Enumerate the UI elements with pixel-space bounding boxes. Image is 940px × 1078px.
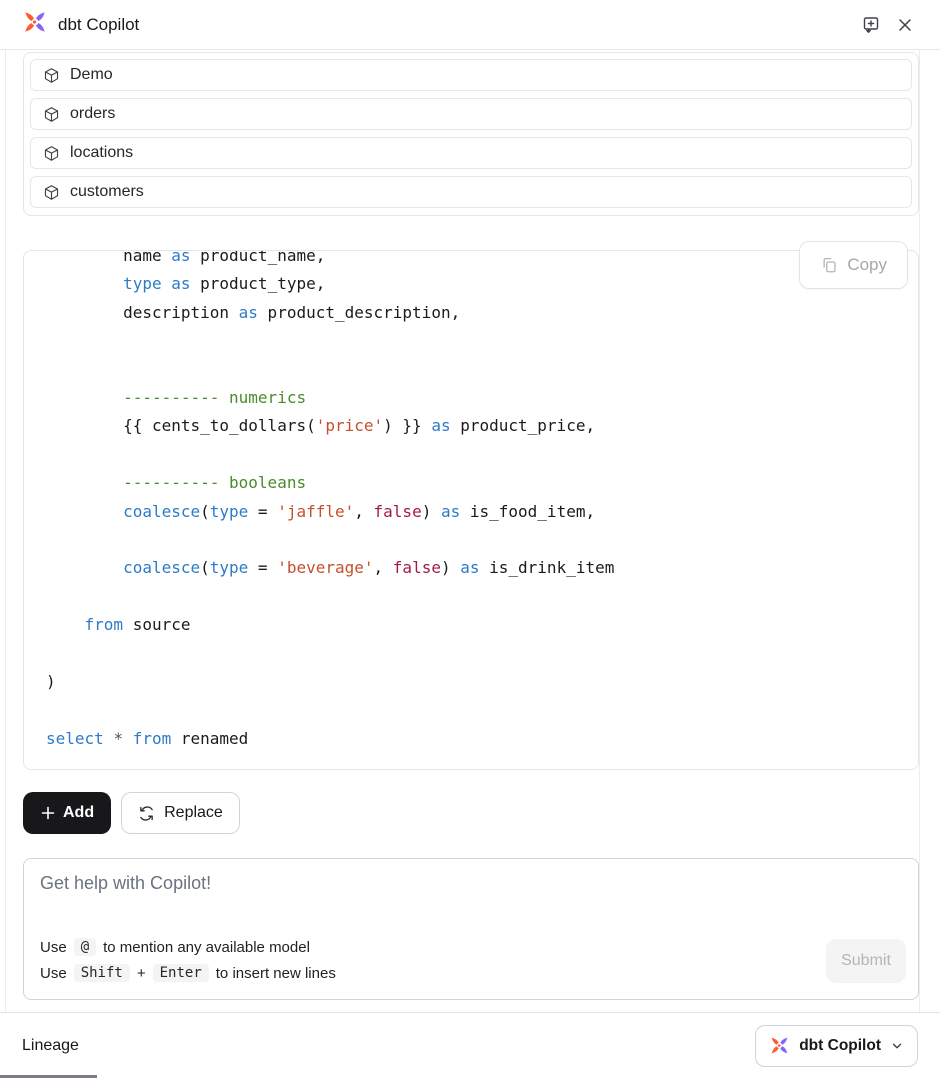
footer-bar: Lineage dbt Copilot	[0, 1012, 940, 1078]
model-chip-customers[interactable]: customers	[30, 176, 912, 208]
at-key-badge: @	[74, 938, 96, 956]
submit-button[interactable]: Submit	[826, 939, 906, 983]
refresh-icon	[138, 805, 155, 822]
copy-code-button[interactable]: Copy	[799, 241, 908, 289]
model-chip-label: Demo	[70, 66, 113, 84]
dbt-copilot-logo-icon	[22, 9, 48, 40]
model-chip-demo[interactable]: Demo	[30, 59, 912, 91]
close-icon	[896, 16, 914, 34]
copy-button-label: Copy	[847, 255, 887, 275]
dbt-copilot-panel: dbt Copilot	[0, 0, 940, 1078]
model-chip-label: orders	[70, 105, 115, 123]
header: dbt Copilot	[0, 0, 940, 50]
hint-newline: Use Shift + Enter to insert new lines	[40, 960, 336, 986]
plus-icon	[40, 805, 56, 821]
popout-panel-button[interactable]	[857, 11, 885, 39]
cube-icon	[43, 106, 60, 123]
panel-content: Demo orders locations customers	[5, 50, 920, 1012]
copilot-prompt-input[interactable]	[40, 873, 640, 921]
model-chip-orders[interactable]: orders	[30, 98, 912, 130]
code-lines: name as product_name, type as product_ty…	[24, 250, 918, 753]
copilot-selector-button[interactable]: dbt Copilot	[755, 1025, 918, 1067]
add-button-label: Add	[63, 804, 94, 822]
code-actions: Add Replace	[23, 792, 919, 834]
composer-hints: Use @ to mention any available model Use…	[40, 934, 336, 986]
copilot-selector-label: dbt Copilot	[799, 1037, 881, 1055]
model-chip-locations[interactable]: locations	[30, 137, 912, 169]
replace-button[interactable]: Replace	[121, 792, 240, 834]
model-chip-list: Demo orders locations customers	[23, 52, 919, 216]
chevron-down-icon	[890, 1039, 904, 1053]
enter-key-badge: Enter	[153, 964, 209, 982]
copilot-composer: Use @ to mention any available model Use…	[23, 858, 919, 1000]
close-panel-button[interactable]	[891, 11, 919, 39]
popout-icon	[861, 15, 881, 35]
cube-icon	[43, 145, 60, 162]
cube-icon	[43, 184, 60, 201]
code-block: name as product_name, type as product_ty…	[23, 250, 919, 770]
code-scroll-area[interactable]: name as product_name, type as product_ty…	[23, 250, 919, 770]
panel-title: dbt Copilot	[58, 15, 139, 35]
hint-mention: Use @ to mention any available model	[40, 934, 336, 960]
model-chip-label: customers	[70, 183, 144, 201]
add-button[interactable]: Add	[23, 792, 111, 834]
replace-button-label: Replace	[164, 804, 223, 822]
tab-lineage[interactable]: Lineage	[22, 1037, 79, 1055]
copy-icon	[820, 256, 838, 274]
shift-key-badge: Shift	[74, 964, 130, 982]
model-chip-label: locations	[70, 144, 133, 162]
dbt-copilot-logo-icon	[769, 1035, 790, 1056]
cube-icon	[43, 67, 60, 84]
